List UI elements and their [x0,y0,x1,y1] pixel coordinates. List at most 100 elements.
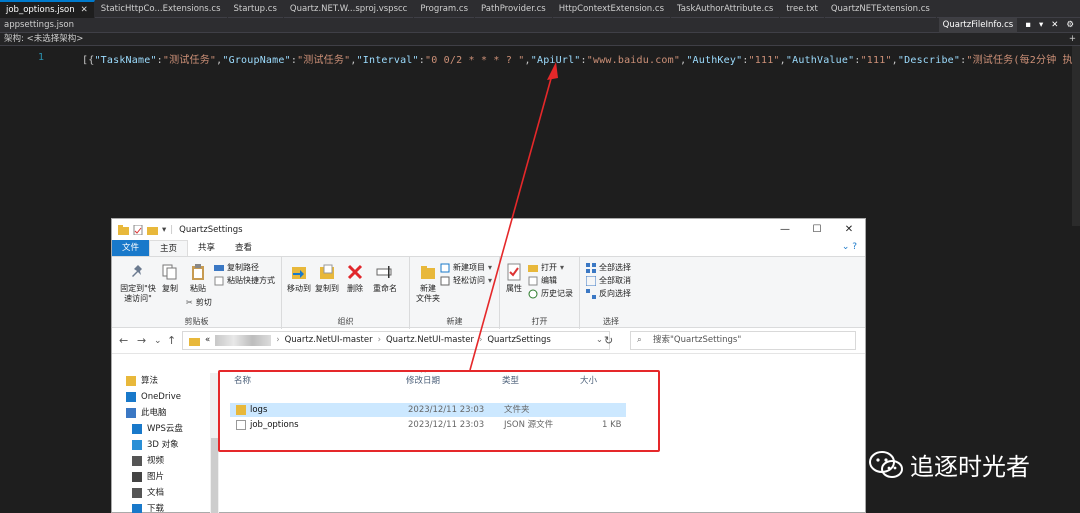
vs-tab[interactable]: QuartzNETExtension.cs [825,0,937,18]
tab-appsettings[interactable]: appsettings.json [4,18,74,33]
close-button[interactable]: ✕ [833,219,865,240]
cube-icon [132,440,142,450]
delete-button[interactable]: 删除 [344,263,366,294]
vs-tab-label: PathProvider.cs [481,4,546,14]
new-item-button[interactable]: 新建项目 ▾ [440,262,492,273]
select-all-button[interactable]: 全部选择 [586,262,631,273]
copy-path-button[interactable]: 复制路径 [214,262,259,273]
cut-button[interactable]: ✂ 剪切 [186,297,212,308]
new-group-label: 新建 [446,317,463,326]
recent-chevron-icon[interactable]: ⌄ [154,336,162,346]
forward-icon[interactable]: → [137,334,146,347]
open-group-label: 打开 [531,317,548,326]
vs-tab[interactable]: HttpContextExtension.cs [553,0,672,18]
pin-icon[interactable]: ▪ [1025,18,1031,33]
open-button[interactable]: 打开 ▾ [528,262,564,273]
select-none-button[interactable]: 全部取消 [586,275,631,286]
breadcrumb-part-3[interactable]: QuartzSettings [487,332,550,349]
nav-item[interactable]: 此电脑 [112,405,210,421]
clipboard-group: 固定到"快 速访问" 复制 粘贴 复制路径 粘贴快捷方式 ✂ 剪切 剪贴板 [112,257,282,329]
new-item-icon [440,263,450,272]
close-icon[interactable]: ✕ [1051,18,1058,33]
vs-tab[interactable]: StaticHttpCo...Extensions.cs [95,0,228,18]
vs-tab[interactable]: Quartz.NET.W...sproj.vspscc [284,0,415,18]
select-group-label: 选择 [603,317,619,326]
vs-tab[interactable]: Program.cs [414,0,476,18]
copy-icon [162,264,177,280]
address-bar[interactable]: « › Quartz.NetUI-master › Quartz.NetUI-m… [182,331,610,350]
new-folder-icon[interactable] [147,225,158,235]
clipboard-group-label: 剪贴板 [184,317,209,326]
vs-tab[interactable]: job_options.json ✕ [0,0,95,18]
nav-item-label: 视频 [147,456,165,466]
paste-button[interactable]: 粘贴 [184,263,212,294]
paste-shortcut-icon [214,276,224,285]
breadcrumb-part-2[interactable]: Quartz.NetUI-master [386,332,474,349]
address-dropdown-icon[interactable]: ⌄ [596,332,603,349]
open-group: 属性 打开 ▾ 编辑 历史记录 打开 [500,257,580,329]
minimize-button[interactable]: — [769,219,801,240]
nav-item[interactable]: 下载 [112,501,210,513]
document-icon [132,488,142,498]
organize-group: 移动到 复制到 删除 重命名 组织 [282,257,410,329]
help-icon[interactable]: ⌄ ? [842,242,857,252]
close-tab-icon[interactable]: ✕ [81,5,88,15]
tab-file[interactable]: 文件 [112,240,150,256]
tab-home[interactable]: 主页 [149,239,189,257]
tab-view[interactable]: 查看 [225,240,262,256]
easy-access-button[interactable]: 轻松访问 ▾ [440,275,492,286]
code-line-1[interactable]: [{"TaskName":"测试任务","GroupName":"测试任务","… [82,51,1072,66]
select-group: 全部选择 全部取消 反向选择 选择 [580,257,642,329]
file-explorer-window: ▾ | QuartzSettings — ☐ ✕ 文件 主页 共享 查看 ⌄ ?… [111,218,866,513]
nav-item[interactable]: 视频 [112,453,210,469]
refresh-icon[interactable]: ↻ [604,334,613,347]
code-editor[interactable]: 1 [{"TaskName":"测试任务","GroupName":"测试任务"… [0,47,1080,227]
history-button[interactable]: 历史记录 [528,288,573,299]
scroll-thumb[interactable] [211,438,218,513]
paste-shortcut-button[interactable]: 粘贴快捷方式 [214,275,275,286]
nav-item[interactable]: 图片 [112,469,210,485]
search-input[interactable]: ⌕ 搜索"QuartzSettings" [630,331,856,350]
new-folder-button[interactable]: 新建 文件夹 [414,263,442,304]
vs-tab[interactable]: PathProvider.cs [475,0,553,18]
ribbon-tabs: 文件 主页 共享 查看 ⌄ ? [112,239,865,257]
quick-access-toolbar: ▾ | [118,224,173,235]
properties-button[interactable]: 属性 [502,263,526,294]
copy-to-button[interactable]: 复制到 [314,263,340,294]
tab-share[interactable]: 共享 [188,240,225,256]
nav-item[interactable]: WPS云盘 [112,421,210,437]
vs-tab-label: TaskAuthorAttribute.cs [677,4,774,14]
address-overflow[interactable]: « [205,332,210,349]
invert-selection-button[interactable]: 反向选择 [586,288,631,299]
chevron-down-icon[interactable]: ▾ [1039,18,1043,33]
properties-icon[interactable] [133,224,143,235]
pin-quick-access-button[interactable]: 固定到"快 速访问" [116,263,160,304]
rename-icon [376,266,392,278]
customize-toolbar-icon[interactable]: ▾ [162,225,166,235]
schema-breadcrumb[interactable]: 架构: <未选择架构> + [0,33,1080,46]
maximize-button[interactable]: ☐ [801,219,833,240]
add-icon[interactable]: + [1069,33,1076,46]
nav-item-label: 3D 对象 [147,440,179,450]
nav-item-label: 此电脑 [141,408,167,418]
tab-quartzfileinfo[interactable]: QuartzFileInfo.cs [938,18,1018,33]
settings-icon[interactable]: ⚙ [1066,18,1074,33]
nav-item[interactable]: 3D 对象 [112,437,210,453]
vs-tab[interactable]: Startup.cs [228,0,284,18]
vs-tab[interactable]: tree.txt [780,0,825,18]
nav-item-label: WPS云盘 [147,424,183,434]
vs-tab[interactable]: TaskAuthorAttribute.cs [671,0,781,18]
up-icon[interactable]: ↑ [167,334,176,347]
back-icon[interactable]: ← [119,334,128,347]
rename-button[interactable]: 重命名 [370,263,400,294]
breadcrumb-part-1[interactable]: Quartz.NetUI-master [285,332,373,349]
nav-item[interactable]: 文档 [112,485,210,501]
edit-button[interactable]: 编辑 [528,275,557,286]
copy-button[interactable]: 复制 [156,263,184,294]
nav-item[interactable]: OneDrive [112,389,210,405]
nav-item[interactable]: 算法 [112,373,210,389]
cloud-icon [132,424,142,434]
move-to-icon [292,267,306,279]
editor-scrollbar[interactable] [1072,46,1080,226]
move-to-button[interactable]: 移动到 [286,263,312,294]
